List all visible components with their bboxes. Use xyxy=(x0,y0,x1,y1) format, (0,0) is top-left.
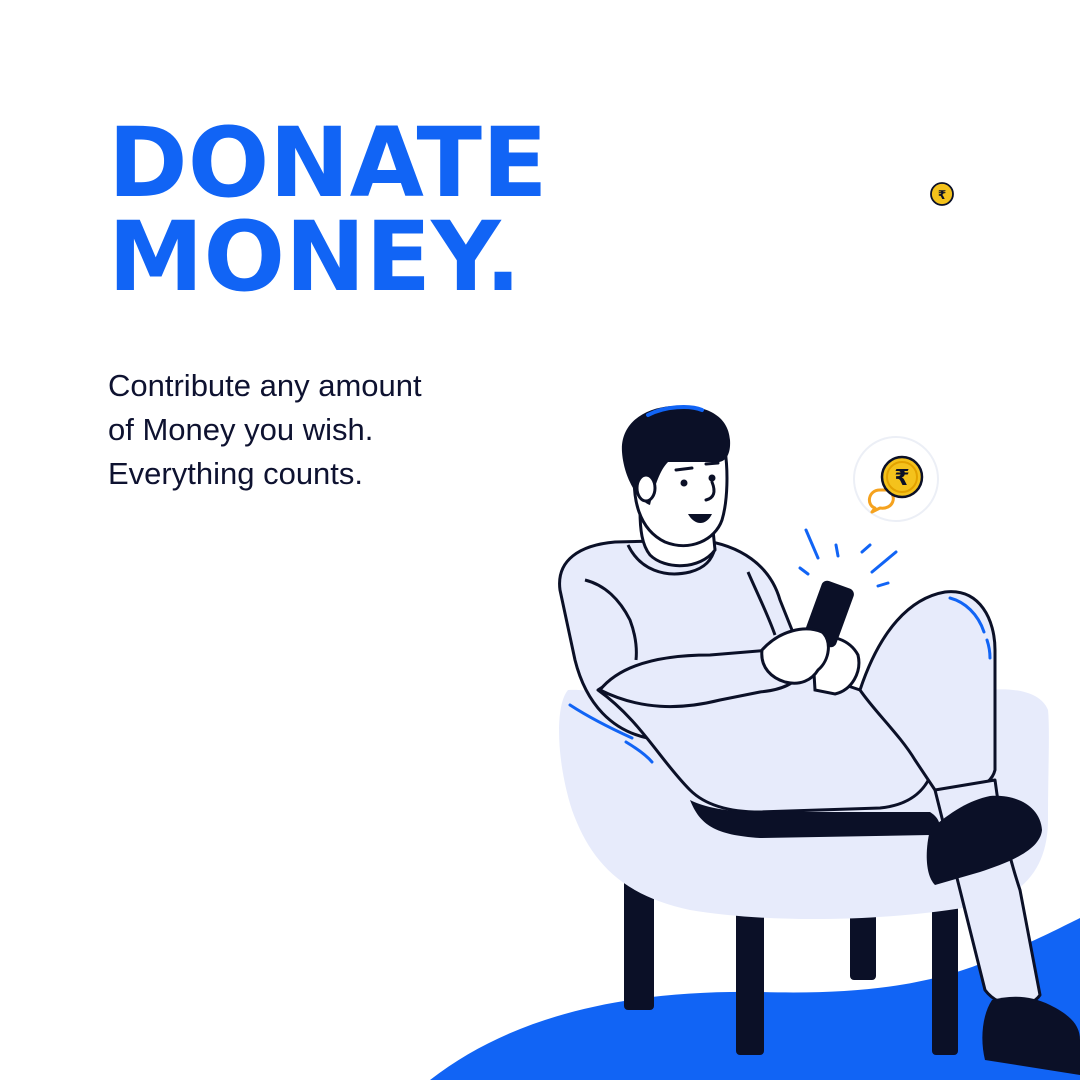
coin-rupee-symbol: ₹ xyxy=(938,188,946,202)
notification-lines xyxy=(798,528,898,588)
eye-right xyxy=(708,474,716,482)
ear xyxy=(635,473,657,503)
donation-illustration: ₹ ₹ xyxy=(430,182,1080,1080)
bubble-rupee-symbol: ₹ xyxy=(894,466,909,491)
eyebrow-left xyxy=(674,466,694,472)
eye-left xyxy=(680,479,688,487)
eyebrow-right xyxy=(704,461,720,466)
